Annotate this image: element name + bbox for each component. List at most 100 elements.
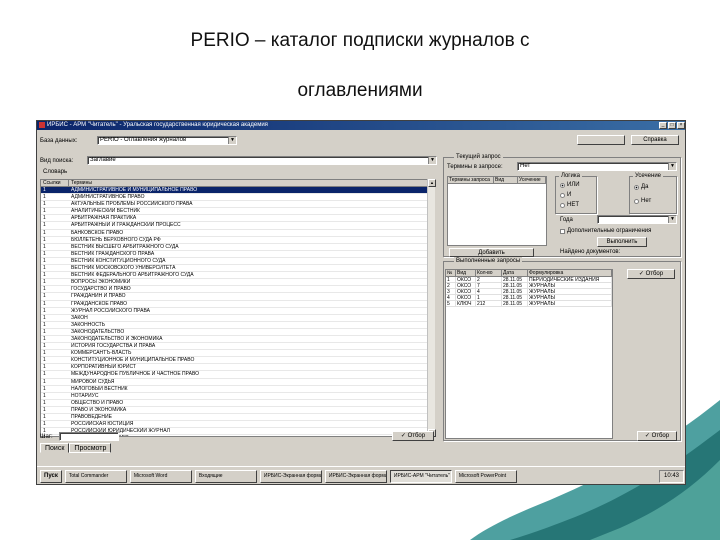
irbis-window: ИРБИС - АРМ "Читатель" - Уральская госуд… (36, 120, 686, 485)
history-select-button[interactable]: ✓ Отбор (627, 269, 675, 279)
list-item-refs: 1 (43, 399, 46, 406)
history-header-date: Дата (502, 270, 528, 276)
list-item-refs: 1 (43, 279, 46, 286)
list-item[interactable]: 1 ВЕСТНИК ФЕДЕРАЛЬНОГО АРБИТРАЖНОГО СУДА (41, 272, 434, 280)
list-item[interactable]: 1 ОБЩЕСТВО И ПРАВО (41, 400, 434, 407)
list-item[interactable]: 1 МЕЖДУНАРОДНОЕ ПУБЛИЧНОЕ И ЧАСТНОЕ ПРАВО (41, 371, 434, 379)
table-cell: 28.11.05 (502, 283, 528, 288)
list-item[interactable]: 1 НАЛОГОВЫЙ ВЕСТНИК (41, 386, 434, 393)
list-item[interactable]: 1 ЖУРНАЛ РОССИЙСКОГО ПРАВА (41, 308, 434, 315)
table-cell: 5 (446, 301, 456, 306)
list-item[interactable]: 1 ГРАЖДАНИН И ПРАВО (41, 293, 434, 301)
year-select[interactable]: ▼ (597, 215, 677, 224)
db-select[interactable]: PERIO - Оглавления журналов ▼ (97, 136, 237, 145)
list-item[interactable]: 1 ВЕСТНИК МОСКОВСКОГО УНИВЕРСИТЕТА (41, 265, 434, 273)
tab-search[interactable]: Поиск (40, 443, 70, 453)
list-item[interactable]: 1 АНАЛИТИЧЕСКИЙ ВЕСТНИК (41, 208, 434, 216)
list-item[interactable]: 1 БЮЛЛЕТЕНЬ ВЕРХОВНОГО СУДА РФ (41, 237, 434, 244)
list-item[interactable]: 1 БАНКОВСКОЕ ПРАВО (41, 230, 434, 237)
list-item[interactable]: 1 АДМИНИСТРАТИВНОЕ И МУНИЦИПАЛЬНОЕ ПРАВО (41, 187, 434, 195)
list-item[interactable]: 1 АРБИТРАЖНЫЙ И ГРАЖДАНСКИЙ ПРОЦЕСС (41, 222, 434, 230)
table-row[interactable]: 5 КЛЮЧ 212 28.11.05 ЖУРНАЛЫ (446, 301, 612, 307)
list-item-term: ЗАКОНОДАТЕЛЬСТВО И ЭКОНОМИКА (71, 335, 163, 342)
step-input[interactable] (59, 432, 119, 441)
taskbar-item[interactable]: ИРБИС-Экранная форма (259, 470, 322, 483)
taskbar-item[interactable]: Microsoft Word (129, 470, 192, 483)
list-item-term: РОССИЙСКАЯ ЮСТИЦИЯ (71, 421, 134, 428)
list-item[interactable]: 1 ГРАЖДАНСКОЕ ПРАВО (41, 301, 434, 308)
taskbar-item[interactable]: Входящие (194, 470, 257, 483)
logic-or-radio[interactable]: ИЛИ (560, 181, 580, 189)
history-header-count: Кол-во (476, 270, 502, 276)
taskbar-item[interactable]: ИРБИС-Экранная форма (324, 470, 387, 483)
list-item[interactable]: 1 ЗАКОНОДАТЕЛЬСТВО И ЭКОНОМИКА (41, 335, 434, 344)
table-cell: ОКСО (456, 295, 476, 300)
dictionary-list[interactable]: Ссылки Термины 1 АДМИНИСТРАТИВНОЕ И МУНИЦ… (40, 179, 435, 437)
history-grid[interactable]: № Вид Кол-во Дата Формулировка 1 ОКСО 2 28.… (445, 269, 613, 439)
list-item[interactable]: 1 ВЕСТНИК ГРАЖДАНСКОГО ПРАВА (41, 251, 434, 258)
logic-and-radio[interactable]: И (560, 191, 571, 199)
taskbar-item[interactable]: Total Commander (64, 470, 127, 483)
list-item[interactable]: 1 АРБИТРАЖНАЯ ПРАКТИКА (41, 215, 434, 223)
list-item[interactable]: 1 ЗАКОНОДАТЕЛЬСТВО (41, 329, 434, 336)
list-item[interactable]: 1 РОССИЙСКАЯ ЮСТИЦИЯ (41, 421, 434, 429)
table-cell: ЖУРНАЛЫ (528, 301, 612, 306)
list-item[interactable]: 1 АДМИНИСТРАТИВНОЕ ПРАВО (41, 194, 434, 202)
restrict-checkbox[interactable]: Дополнительные ограничения (560, 227, 651, 235)
query-kind-header: Вид (494, 177, 518, 183)
list-item[interactable]: 1 ЗАКОН (41, 315, 434, 322)
table-cell: 28.11.05 (502, 301, 528, 306)
scroll-up-icon[interactable]: ▲ (428, 179, 436, 187)
list-item-refs: 1 (43, 421, 46, 428)
list-item-refs: 1 (43, 343, 46, 350)
history-header-text: Формулировка (528, 270, 612, 276)
table-cell: 28.11.05 (502, 277, 528, 282)
add-button[interactable]: Добавить (449, 248, 534, 257)
list-item-term: НОТАРИУС (71, 392, 99, 399)
tab-view[interactable]: Просмотр (69, 443, 112, 453)
list-item-term: КОРПОРАТИВНЫЙ ЮРИСТ (71, 364, 136, 371)
list-item-term: АДМИНИСТРАТИВНОЕ ПРАВО (71, 194, 145, 201)
list-item[interactable]: 1 КОРПОРАТИВНЫЙ ЮРИСТ (41, 364, 434, 372)
step-select-button[interactable]: ✓ Отбор (392, 431, 434, 441)
list-item-refs: 1 (43, 406, 46, 413)
list-item[interactable]: 1 ВЕСТНИК ВЫСШЕГО АРБИТРАЖНОГО СУДА (41, 244, 434, 251)
clock: 10:43 (658, 470, 684, 483)
help-button[interactable]: Справка (631, 135, 679, 145)
trunc-yes-radio[interactable]: Да (634, 183, 648, 191)
list-item[interactable]: 1 ВЕСТНИК КОНСТИТУЦИОННОГО СУДА (41, 258, 434, 266)
logic-not-radio[interactable]: НЕТ (560, 201, 579, 209)
step-label: Шаг: (40, 434, 53, 440)
table-cell: 212 (476, 301, 502, 306)
list-header-terms[interactable]: Термины (69, 180, 434, 186)
list-item[interactable]: 1 ВОПРОСЫ ЭКОНОМИКИ (41, 279, 434, 287)
trunc-no-radio[interactable]: Нет (634, 197, 651, 205)
window-titlebar[interactable]: ИРБИС - АРМ "Читатель" - Уральская госуд… (37, 121, 685, 130)
toolbar-button-1[interactable] (577, 135, 625, 145)
list-item[interactable]: 1 НОТАРИУС (41, 393, 434, 400)
list-header-refs[interactable]: Ссылки (41, 180, 69, 186)
query-terms-grid[interactable]: Термины запроса Вид Усечение (447, 176, 547, 246)
start-button[interactable]: Пуск (40, 470, 62, 483)
list-item[interactable]: 1 МИРОВОЙ СУДЬЯ (41, 379, 434, 386)
logic-not-label: НЕТ (567, 202, 579, 208)
query-count-select[interactable]: Нет ▼ (517, 162, 677, 171)
taskbar-item[interactable]: Microsoft PowerPoint (454, 470, 517, 483)
list-item[interactable]: 1 АКТУАЛЬНЫЕ ПРОБЛЕМЫ РОССИЙСКОГО ПРАВА (41, 201, 434, 209)
list-item[interactable]: 1 ПРАВО И ЭКОНОМИКА (41, 407, 434, 414)
minimize-button[interactable]: _ (659, 122, 667, 129)
close-button[interactable]: × (677, 122, 685, 129)
list-item[interactable]: 1 ПРАВОВЕДЕНИЕ (41, 414, 434, 422)
taskbar-item[interactable]: ИРБИС-АРМ "Читатель" (389, 470, 452, 483)
maximize-button[interactable]: □ (668, 122, 676, 129)
run-button[interactable]: Выполнить (597, 237, 647, 247)
list-item[interactable]: 1 ГОСУДАРСТВО И ПРАВО (41, 286, 434, 294)
list-item[interactable]: 1 ИСТОРИЯ ГОСУДАРСТВА И ПРАВА (41, 343, 434, 351)
history-select-button-bottom[interactable]: ✓ Отбор (637, 431, 677, 441)
list-item[interactable]: 1 КОНСТИТУЦИОННОЕ И МУНИЦИПАЛЬНОЕ ПРАВО (41, 357, 434, 365)
search-type-select[interactable]: Заглавие ▼ (87, 156, 437, 165)
list-item[interactable]: 1 ЗАКОННОСТЬ (41, 322, 434, 329)
dictionary-scrollbar[interactable]: ▲ ▼ (427, 179, 436, 437)
list-item-refs: 1 (43, 208, 46, 215)
list-item[interactable]: 1 КОММЕРСАНТЪ-ВЛАСТЬ (41, 350, 434, 358)
